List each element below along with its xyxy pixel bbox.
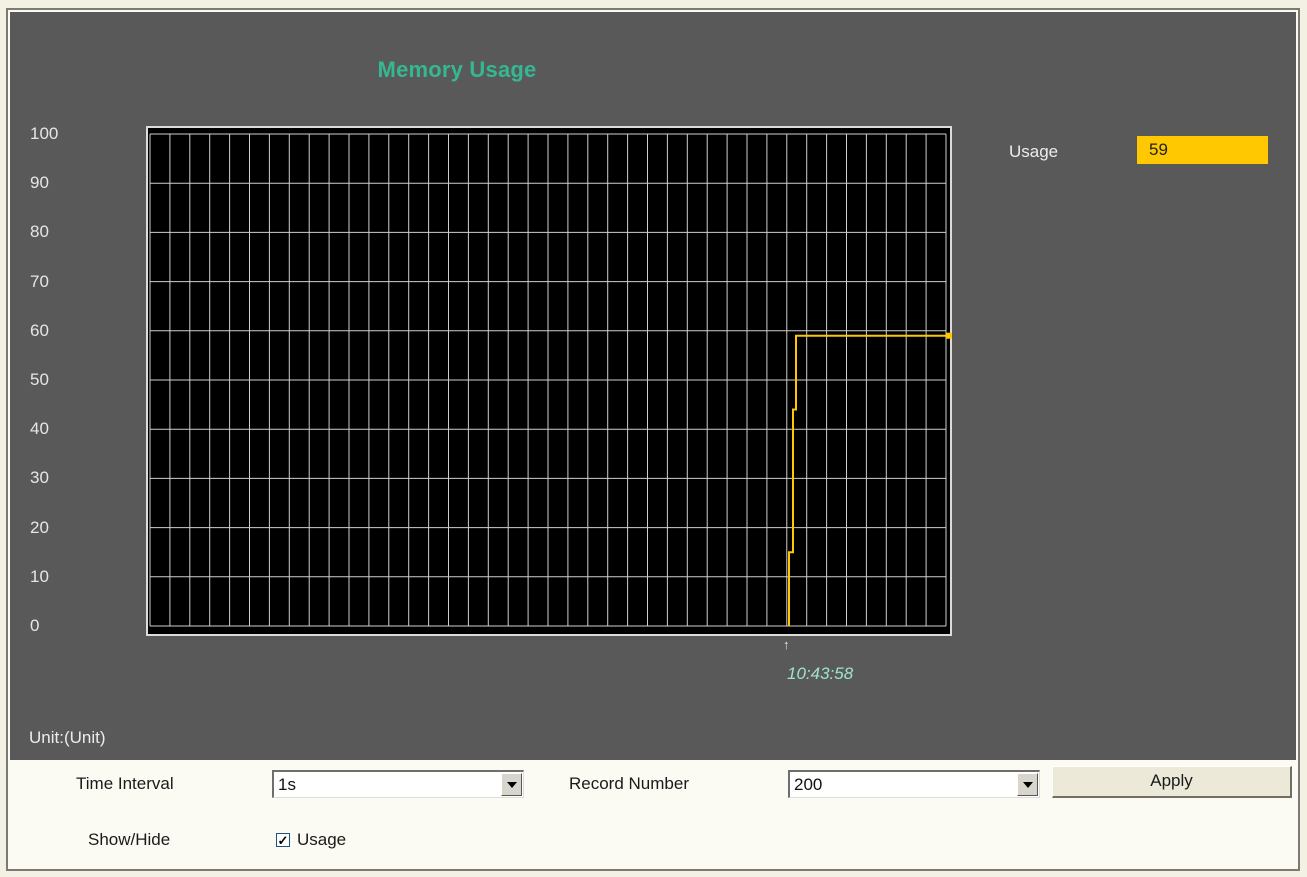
chart-title: Memory Usage xyxy=(377,57,537,82)
arrow-up-icon: ↑ xyxy=(783,637,790,652)
chart-panel: Memory Usage 100 90 80 70 60 50 40 30 20 10 0 Usag… xyxy=(10,12,1296,760)
y-tick-label: 50 xyxy=(30,370,49,389)
y-tick-label: 0 xyxy=(30,616,40,635)
plot-area xyxy=(146,126,952,636)
usage-checkbox-label: Usage xyxy=(297,830,347,849)
legend-usage-value: 59 xyxy=(1137,136,1268,164)
usage-checkbox[interactable]: ✓ xyxy=(276,833,290,847)
y-tick-label: 30 xyxy=(30,468,49,488)
record-number-value: 200 xyxy=(794,775,823,794)
record-number-label: Record Number xyxy=(569,774,689,793)
y-tick-label: 70 xyxy=(30,271,49,291)
y-tick-label: 20 xyxy=(30,517,49,537)
time-interval-label: Time Interval xyxy=(76,774,174,793)
y-tick-label: 90 xyxy=(30,173,49,193)
apply-button[interactable]: Apply xyxy=(1052,766,1292,798)
legend-usage-label: Usage xyxy=(1009,142,1059,161)
plot-background xyxy=(146,126,952,636)
check-icon: ✓ xyxy=(277,832,289,848)
y-tick-label: 60 xyxy=(30,320,49,340)
y-tick-label: 10 xyxy=(30,566,49,586)
chevron-down-icon[interactable] xyxy=(1017,773,1038,796)
unit-label: Unit:(Unit) xyxy=(29,728,106,747)
record-number-select[interactable]: 200 xyxy=(788,770,1040,798)
time-interval-select[interactable]: 1s xyxy=(272,770,524,798)
chevron-down-icon[interactable] xyxy=(501,773,522,796)
show-hide-label: Show/Hide xyxy=(88,830,171,849)
x-marker-time: 10:43:58 xyxy=(787,664,854,683)
series-end-marker xyxy=(946,332,952,339)
controls-bar: Time Interval 1s Record Number 200 Apply… xyxy=(10,760,1296,866)
y-tick-label: 40 xyxy=(30,419,49,439)
y-tick-label: 100 xyxy=(30,124,59,143)
time-interval-value: 1s xyxy=(278,775,296,794)
y-tick-label: 80 xyxy=(30,222,49,242)
